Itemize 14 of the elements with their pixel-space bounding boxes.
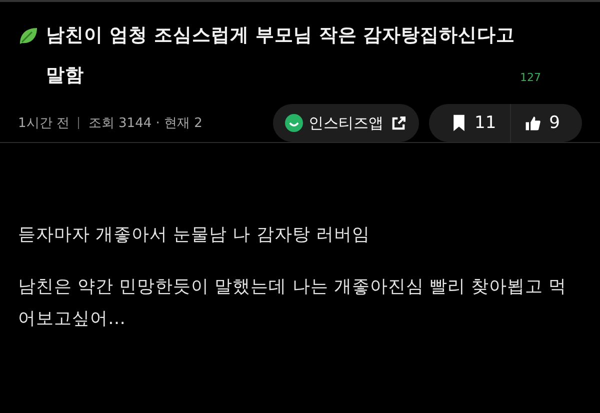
like-button[interactable]: 9 <box>511 113 574 133</box>
view-count: 조회 3144 · 현재 2 <box>88 115 202 132</box>
leaf-icon <box>18 26 38 46</box>
body-paragraph: 듣자마자 개좋아서 눈물남 나 감자탕 러버임 <box>18 224 371 247</box>
comment-count: 127 <box>520 71 541 84</box>
bookmark-icon <box>450 114 467 132</box>
app-button[interactable]: 인스티즈앱 <box>272 104 419 142</box>
bookmark-button[interactable]: 11 <box>436 113 510 133</box>
thumbs-up-icon <box>525 114 542 132</box>
post-title: 남친이 엄청 조심스럽게 부모님 작은 감자탕집하신다고 말함 <box>46 24 516 88</box>
smiley-icon <box>284 114 303 132</box>
post-time: 1시간 전 <box>18 115 70 132</box>
external-link-icon <box>390 114 407 132</box>
body-paragraph: 남친은 약간 민망한듯이 말했는데 나는 개좋아진심 빨리 찾아뵙고 먹어보고싶어… <box>18 276 568 331</box>
